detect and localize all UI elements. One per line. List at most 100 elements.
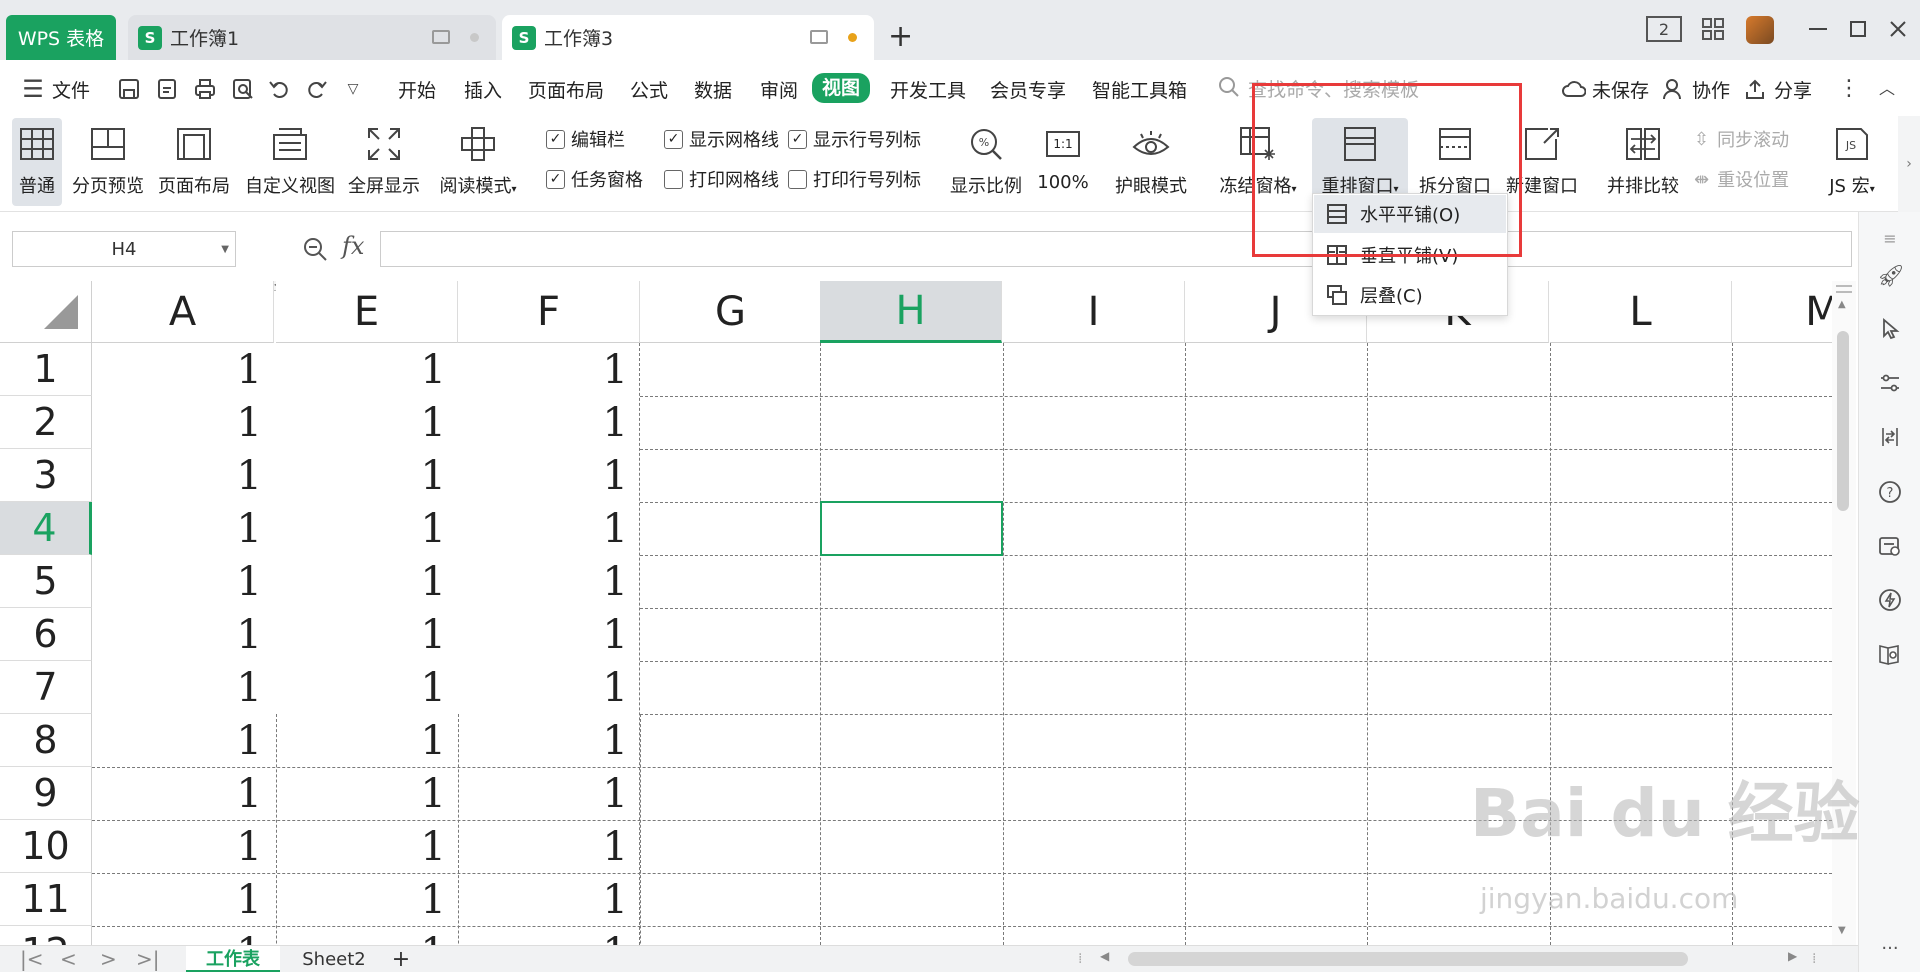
page-layout-button[interactable]: 页面布局 [156,118,232,206]
row-header-5[interactable]: 5 [0,555,92,608]
cell-a2[interactable]: 1 [92,400,274,453]
menu-member[interactable]: 会员专享 [990,76,1066,103]
column-header-e[interactable]: E [276,281,458,343]
zoom-100-button[interactable]: 1:1 100% [1034,118,1092,206]
scroll-left-icon[interactable]: ◀ [1100,949,1109,963]
row-header-7[interactable]: 7 [0,661,92,714]
menu-item-cascade[interactable]: 层叠(C) [1314,276,1506,314]
eye-mode-button[interactable]: 护眼模式 [1112,118,1190,206]
new-tab-button[interactable]: + [888,22,913,52]
chevron-down-icon[interactable]: ▼ [221,244,229,255]
help-icon[interactable]: ? [1877,480,1903,506]
cell-f3[interactable]: 1 [458,453,640,506]
scroll-up-icon[interactable]: ▲ [1838,299,1846,310]
cell-f10[interactable]: 1 [458,824,640,877]
redo-icon[interactable] [306,78,328,100]
window-count-button[interactable]: 2 [1646,16,1682,42]
cell-e3[interactable]: 1 [276,453,458,506]
tab-split-handle-icon[interactable]: ⁞ [1078,951,1082,967]
row-header-11[interactable]: 11 [0,873,92,926]
menu-smart-toolbox[interactable]: 智能工具箱 [1092,76,1187,103]
column-header-g[interactable]: G [640,281,822,343]
transfer-icon[interactable] [1877,426,1903,452]
cell-e11[interactable]: 1 [276,877,458,930]
split-handle-icon[interactable] [1836,285,1852,293]
cell-e9[interactable]: 1 [276,771,458,824]
row-header-2[interactable]: 2 [0,396,92,449]
ribbon-scroll-right-icon[interactable]: › [1898,116,1920,212]
print-headers-checkbox[interactable]: 打印行号列标 [788,166,921,192]
scroll-down-icon[interactable]: ▼ [1838,925,1846,936]
select-all-corner[interactable] [0,281,92,343]
cell-e4[interactable]: 1 [276,506,458,559]
row-header-10[interactable]: 10 [0,820,92,873]
search-icon[interactable] [1218,76,1240,98]
name-box[interactable]: H4 ▼ [12,231,236,267]
row-header-1[interactable]: 1 [0,343,92,396]
resize-grip-icon[interactable]: ⁞ [1812,951,1816,967]
cell-a9[interactable]: 1 [92,771,274,824]
collab-user-icon[interactable] [1662,78,1684,100]
cursor-icon[interactable] [1877,318,1903,344]
cell-e7[interactable]: 1 [276,665,458,718]
cell-a7[interactable]: 1 [92,665,274,718]
rocket-icon[interactable]: 🚀︎ [1877,264,1905,290]
menu-formula[interactable]: 公式 [630,76,668,103]
edit-bar-checkbox[interactable]: ✓ 编辑栏 [546,126,625,152]
fullscreen-button[interactable]: 全屏显示 [346,118,422,206]
row-header-9[interactable]: 9 [0,767,92,820]
sheet-tab-worksheet[interactable]: 工作表 [186,946,280,972]
active-cell-h4[interactable] [820,501,1003,556]
cell-f12[interactable]: 1 [458,930,640,945]
show-headers-checkbox[interactable]: ✓ 显示行号列标 [788,126,921,152]
cell-a5[interactable]: 1 [92,559,274,612]
row-header-6[interactable]: 6 [0,608,92,661]
avatar[interactable] [1746,16,1774,44]
chevron-down-icon[interactable]: ▽ [342,78,364,100]
menu-home[interactable]: 开始 [398,76,436,103]
export-pdf-icon[interactable] [156,78,178,100]
cell-f4[interactable]: 1 [458,506,640,559]
row-header-3[interactable]: 3 [0,449,92,502]
collab-button[interactable]: 协作 [1692,76,1730,103]
fx-icon[interactable]: fx [342,232,364,260]
menu-developer[interactable]: 开发工具 [890,76,966,103]
template-icon[interactable] [1877,534,1903,560]
vertical-scrollbar[interactable]: ▲ ▼ [1832,281,1856,945]
cell-e12[interactable]: 1 [276,930,458,945]
cell-a1[interactable]: 1 [92,347,274,400]
column-header-h[interactable]: H [820,281,1002,343]
sync-scroll-button[interactable]: ⇳ 同步滚动 [1694,126,1789,152]
cell-e1[interactable]: 1 [276,347,458,400]
custom-view-button[interactable]: 自定义视图 [244,118,336,206]
close-dot-icon[interactable] [470,33,479,42]
row-header-4[interactable]: 4 [0,502,92,555]
wps-app-tab[interactable]: WPS 表格 [6,15,116,60]
cell-f2[interactable]: 1 [458,400,640,453]
cell-f1[interactable]: 1 [458,347,640,400]
cell-a6[interactable]: 1 [92,612,274,665]
menu-review[interactable]: 审阅 [760,76,798,103]
cell-a4[interactable]: 1 [92,506,274,559]
share-icon[interactable] [1744,78,1766,100]
doc-tab-workbook1[interactable]: S 工作簿1 [128,15,496,60]
book-search-icon[interactable] [1877,642,1903,668]
cell-e8[interactable]: 1 [276,718,458,771]
cell-f9[interactable]: 1 [458,771,640,824]
cell-a12[interactable]: 1 [92,930,274,945]
cell-f7[interactable]: 1 [458,665,640,718]
cell-a10[interactable]: 1 [92,824,274,877]
menu-view[interactable]: 视图 [812,73,871,103]
column-header-f[interactable]: F [458,281,640,343]
print-preview-icon[interactable] [232,78,254,100]
print-icon[interactable] [194,78,216,100]
cell-f6[interactable]: 1 [458,612,640,665]
menu-item-tile-vertical[interactable]: 垂直平铺(V) [1314,236,1506,274]
unsaved-dot-icon[interactable] [848,33,857,42]
cloud-icon[interactable] [1562,78,1587,100]
page-break-preview-button[interactable]: 分页预览 [70,118,146,206]
next-sheet-icon[interactable]: > [100,947,117,971]
column-header-a[interactable]: A [92,281,274,343]
side-by-side-button[interactable]: 并排比较 [1604,118,1682,206]
first-sheet-icon[interactable]: |< [20,947,44,971]
